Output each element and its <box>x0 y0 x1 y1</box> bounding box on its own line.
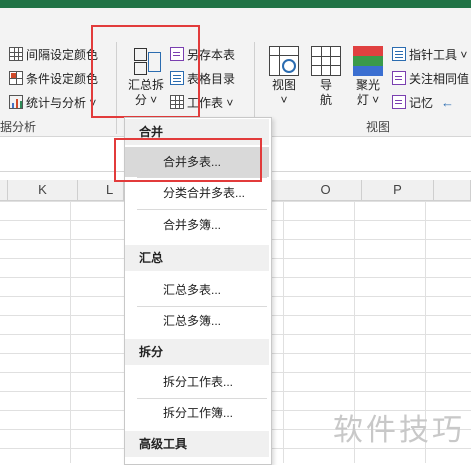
highlight-merge-sheets-item <box>114 138 262 182</box>
spotlight-button[interactable]: 聚光 灯 ˅ <box>350 46 386 108</box>
column-header-l[interactable]: L <box>78 180 124 200</box>
watermark: 软件技巧 <box>333 414 465 447</box>
navigation-button[interactable]: 导 航 <box>308 46 344 108</box>
highlight-consolidate-button <box>91 25 200 118</box>
memory-button[interactable]: 记忆 ← <box>392 92 469 112</box>
grid-accent-icon <box>9 71 23 85</box>
spotlight-icon <box>353 46 383 76</box>
column-header[interactable] <box>434 180 471 200</box>
memory-label: 记忆 <box>409 95 434 110</box>
focus-same-value-button[interactable]: 关注相同值 <box>392 68 469 88</box>
conditional-color-label: 条件设定颜色 <box>26 71 99 86</box>
stats-analysis-label: 统计与分析 ˅ <box>26 95 97 110</box>
navigation-label: 导 <box>319 78 332 92</box>
column-header-o[interactable]: O <box>290 180 362 200</box>
title-bar-strip <box>0 0 471 8</box>
interval-color-button[interactable]: 间隔设定颜色 <box>9 44 98 64</box>
menu-item-summary-workbooks[interactable]: 汇总多簿... <box>125 306 269 336</box>
view-button[interactable]: 视图 ˅ <box>266 46 302 108</box>
conditional-color-button[interactable]: 条件设定颜色 <box>9 68 98 88</box>
menu-item-split-workbook[interactable]: 拆分工作簿... <box>125 398 269 428</box>
memory-icon <box>392 95 406 109</box>
focus-icon <box>392 71 406 85</box>
menu-section-advanced-tools[interactable]: 高级工具 <box>125 431 269 457</box>
view-icon <box>269 46 299 76</box>
menu-item-split-worksheet[interactable]: 拆分工作表... <box>125 367 269 397</box>
menu-section-summary: 汇总 <box>125 245 269 271</box>
column-header-p[interactable]: P <box>362 180 434 200</box>
navigation-sub: 航 <box>319 93 332 107</box>
group-label-view: 视图 <box>366 120 391 134</box>
grid-icon <box>9 47 23 61</box>
navigation-grid-icon <box>311 46 341 76</box>
stats-analysis-button[interactable]: 统计与分析 ˅ <box>9 92 98 112</box>
view-sub: ˅ <box>280 93 288 107</box>
interval-color-label: 间隔设定颜色 <box>26 47 99 62</box>
group-label-data-analysis: 据分析 <box>0 120 37 134</box>
menu-item-merge-workbooks[interactable]: 合并多簿... <box>125 210 269 240</box>
column-header-k[interactable]: K <box>8 180 78 200</box>
view-label: 视图 <box>271 78 296 92</box>
chart-icon <box>9 95 23 109</box>
spotlight-label: 聚光 <box>355 78 380 92</box>
back-arrow-icon[interactable]: ← <box>441 95 454 110</box>
column-header[interactable] <box>0 180 8 200</box>
focus-same-value-label: 关注相同值 <box>409 71 470 86</box>
menu-item-summary-sheets[interactable]: 汇总多表... <box>125 275 269 305</box>
pointer-icon <box>392 47 406 61</box>
ribbon-left-column: 间隔设定颜色 条件设定颜色 统计与分析 ˅ <box>9 44 98 112</box>
menu-section-split: 拆分 <box>125 339 269 365</box>
pointer-tool-button[interactable]: 指针工具 ˅ <box>392 44 469 64</box>
spotlight-sub: 灯 ˅ <box>356 93 380 107</box>
menu-item-category-merge-sheets[interactable]: 分类合并多表... <box>125 178 269 208</box>
pointer-tool-label: 指针工具 ˅ <box>409 47 468 62</box>
ribbon-right-column: 指针工具 ˅ 关注相同值 记忆 ← <box>392 44 469 112</box>
